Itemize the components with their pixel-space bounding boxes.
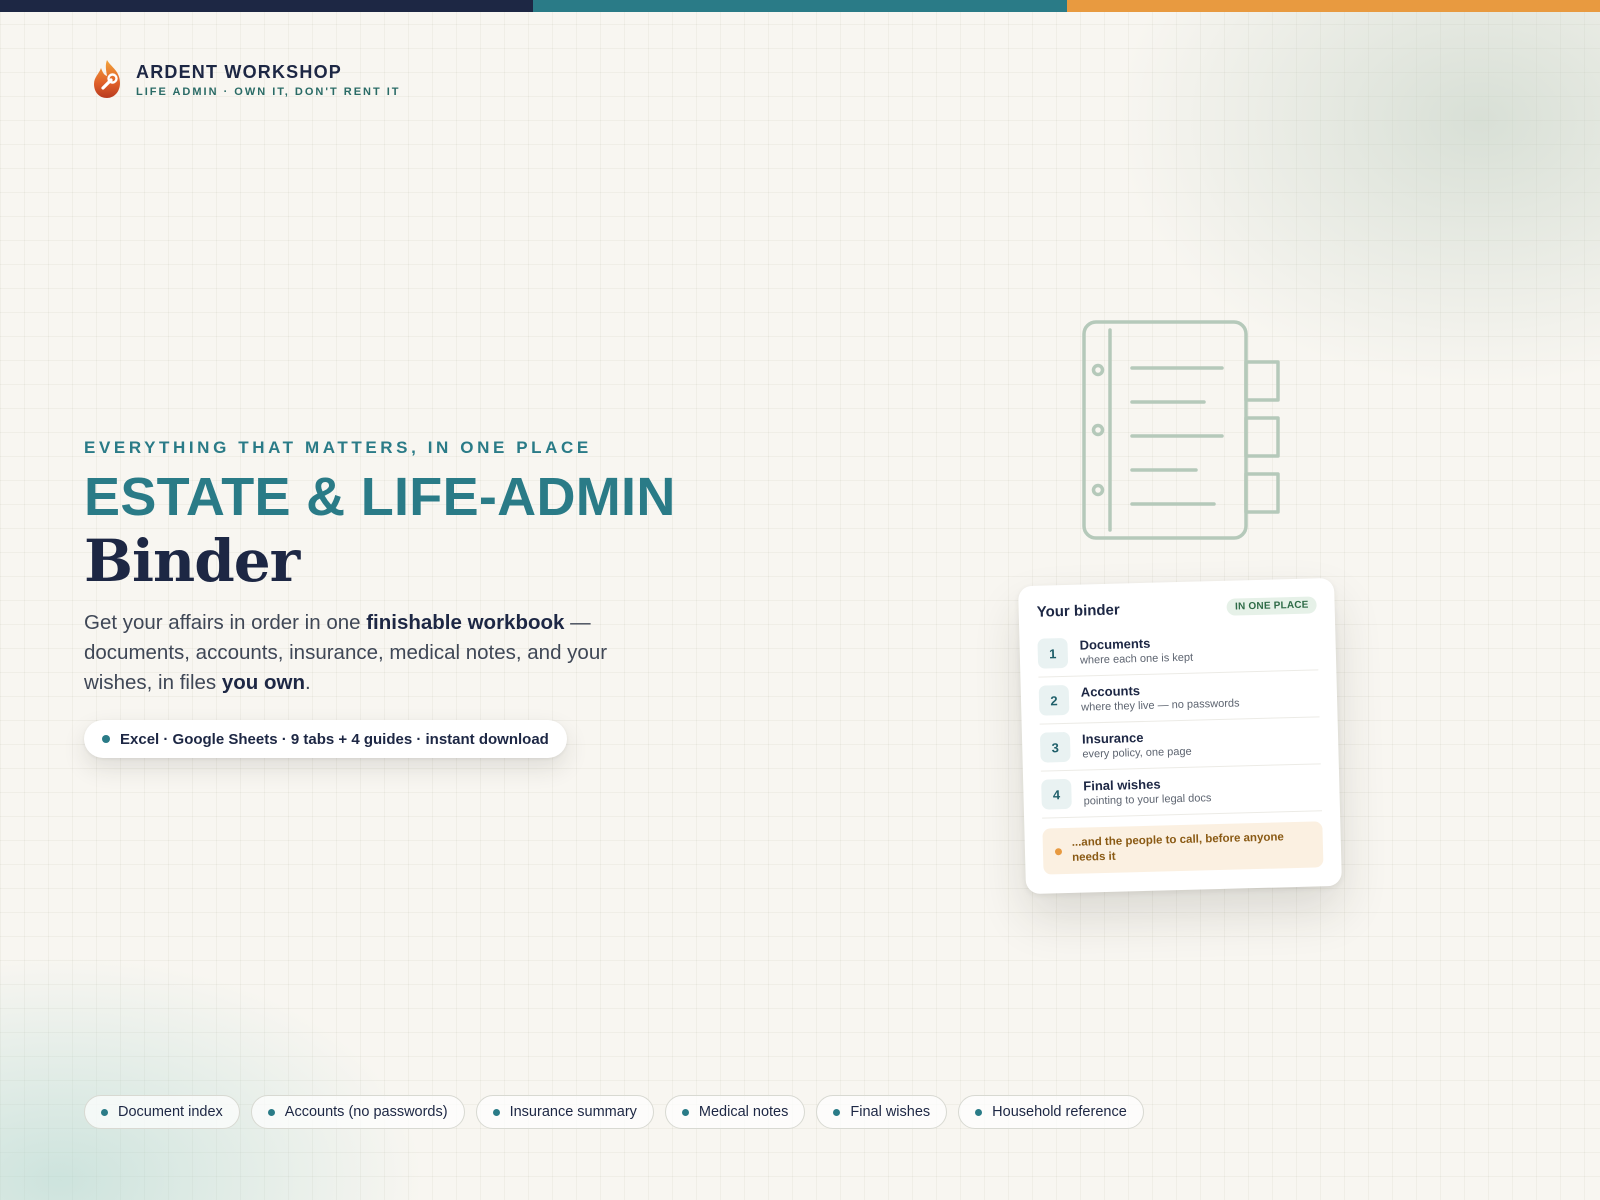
chip-dot-icon	[101, 1108, 108, 1116]
format-pill: Excel · Google Sheets · 9 tabs + 4 guide…	[84, 720, 567, 758]
chip-final-wishes: Final wishes	[816, 1095, 948, 1129]
stripe-teal	[533, 0, 1067, 12]
chip-label: Final wishes	[850, 1104, 931, 1120]
flame-wrench-icon	[94, 60, 120, 98]
chip-label: Insurance summary	[509, 1104, 637, 1120]
card-row: 3 Insurance every policy, one page	[1039, 717, 1321, 772]
card-title: Your binder	[1036, 601, 1120, 621]
chip-dot-icon	[833, 1108, 841, 1116]
brand-name: ARDENT WORKSHOP	[136, 61, 342, 82]
chip-label: Medical notes	[698, 1104, 789, 1120]
row-number: 2	[1038, 684, 1070, 716]
format-pill-label: Excel · Google Sheets · 9 tabs + 4 guide…	[120, 730, 549, 748]
top-color-stripe	[0, 0, 1600, 12]
brand[interactable]: ARDENT WORKSHOP LIFE ADMIN · OWN IT, DON…	[90, 58, 401, 100]
chip-dot-icon	[492, 1108, 500, 1116]
row-subtitle: where they live — no passwords	[1081, 697, 1240, 714]
chip-insurance-summary: Insurance summary	[475, 1095, 654, 1129]
card-row: 2 Accounts where they live — no password…	[1038, 670, 1320, 725]
chip-accounts: Accounts (no passwords)	[250, 1095, 465, 1129]
chip-label: Document index	[118, 1104, 223, 1120]
chip-household-reference: Household reference	[958, 1095, 1144, 1129]
card-note-text: ...and the people to call, before anyone…	[1071, 831, 1285, 864]
binder-icon	[1082, 320, 1280, 540]
row-number: 3	[1039, 731, 1071, 763]
card-row: 4 Final wishes pointing to your legal do…	[1040, 764, 1323, 819]
row-subtitle: every policy, one page	[1082, 745, 1192, 761]
row-number: 1	[1037, 637, 1069, 669]
row-number: 4	[1041, 778, 1072, 810]
feature-chips: Document index Accounts (no passwords) I…	[84, 1095, 1144, 1129]
chip-dot-icon	[975, 1108, 983, 1116]
hero-subtitle: Binder	[84, 527, 300, 595]
chip-label: Household reference	[992, 1104, 1127, 1120]
chip-dot-icon	[267, 1108, 275, 1116]
row-subtitle: pointing to your legal docs	[1083, 792, 1212, 808]
card-row: 1 Documents where each one is kept	[1037, 623, 1319, 678]
note-dot-icon	[1054, 847, 1063, 855]
stripe-orange	[1066, 0, 1600, 12]
brand-tagline: LIFE ADMIN · OWN IT, DON'T RENT IT	[136, 85, 401, 98]
hero-eyebrow: EVERYTHING THAT MATTERS, IN ONE PLACE	[84, 438, 592, 457]
chip-document-index: Document index	[84, 1095, 240, 1129]
lede-text-3: .	[305, 671, 311, 694]
lede-text-1: Get your affairs in order in one	[84, 611, 367, 634]
stripe-navy	[0, 0, 534, 12]
hero-title: ESTATE & LIFE-ADMIN	[84, 467, 676, 527]
hero-description: Get your affairs in order in one finisha…	[84, 608, 624, 698]
card-badge: IN ONE PLACE	[1226, 596, 1317, 616]
binder-summary-card: Your binder IN ONE PLACE 1 Documents whe…	[1018, 577, 1342, 895]
card-note: ...and the people to call, before anyone…	[1042, 821, 1324, 875]
chip-medical-notes: Medical notes	[664, 1095, 806, 1129]
row-subtitle: where each one is kept	[1079, 651, 1194, 667]
lede-bold-1: finishable workbook	[366, 611, 565, 634]
chip-label: Accounts (no passwords)	[284, 1104, 448, 1120]
chip-dot-icon	[681, 1108, 689, 1116]
bullet-dot-icon	[102, 735, 110, 743]
lede-bold-2: you own	[221, 671, 305, 694]
